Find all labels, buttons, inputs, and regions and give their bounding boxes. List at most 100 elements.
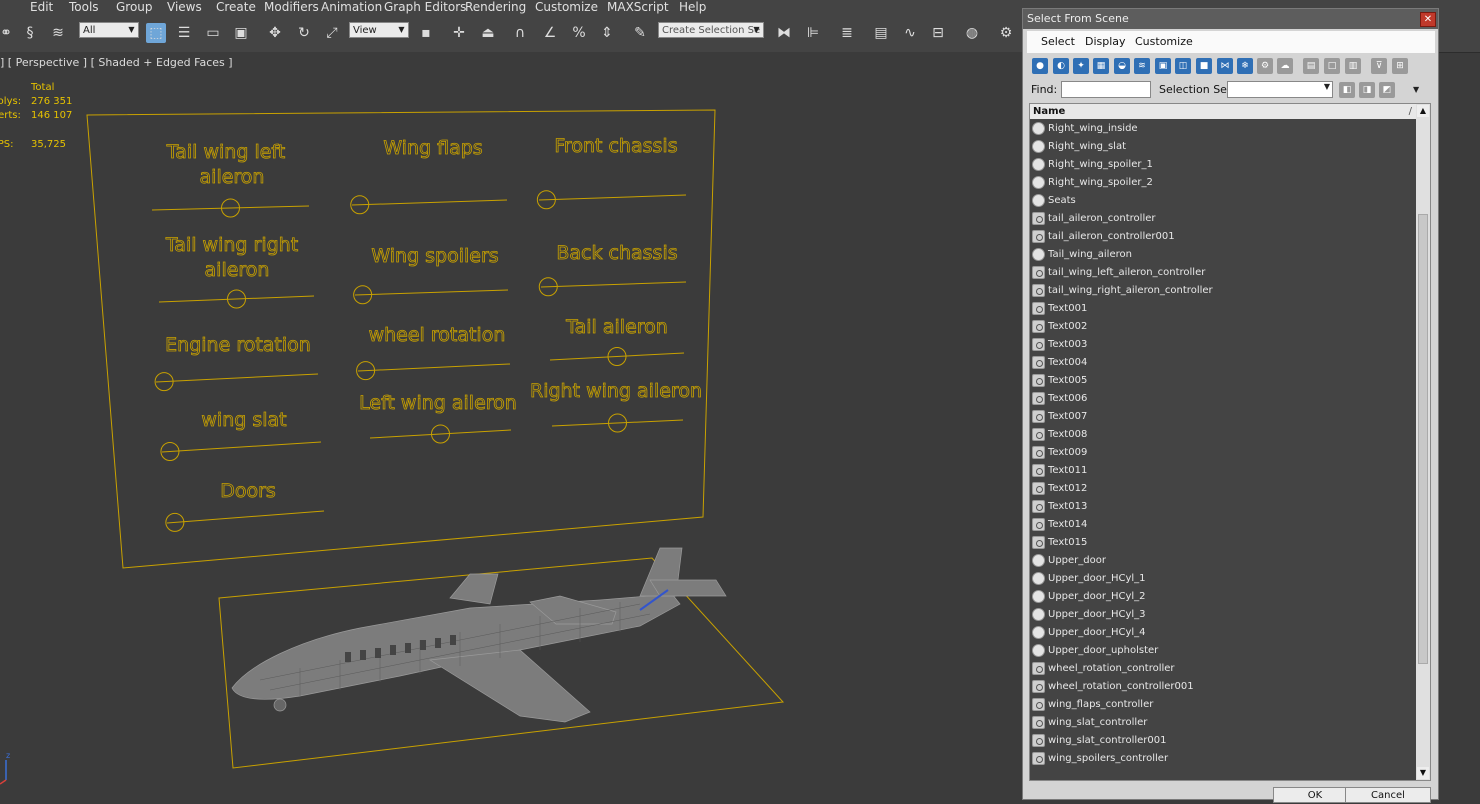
scene-object-list[interactable]: Name / Right_wing_inside Right_wing_slat R… [1029, 103, 1431, 781]
select-none-icon[interactable]: ◨ [1359, 82, 1375, 98]
scroll-thumb[interactable] [1418, 214, 1428, 664]
list-item[interactable]: Upper_door_upholster [1030, 642, 1416, 660]
menu-tools[interactable]: Tools [69, 0, 99, 15]
list-item[interactable]: Right_wing_inside [1030, 120, 1416, 138]
rotate-icon[interactable]: ↻ [294, 23, 314, 43]
snap-toggle-icon[interactable]: ∩ [510, 23, 530, 43]
list-item[interactable]: Text013 [1030, 498, 1416, 516]
menu-create[interactable]: Create [216, 0, 256, 15]
dialog-menu-select[interactable]: Select [1041, 35, 1075, 48]
group-filter-icon[interactable]: ▣ [1155, 58, 1171, 74]
bone-filter-icon[interactable]: ■ [1196, 58, 1212, 74]
list-item[interactable]: Seats [1030, 192, 1416, 210]
list-item[interactable]: Upper_door_HCyl_1 [1030, 570, 1416, 588]
list-item[interactable]: tail_wing_right_aileron_controller [1030, 282, 1416, 300]
edit-named-selection-icon[interactable]: ✎ [630, 23, 650, 43]
geometry-filter-icon[interactable]: ● [1032, 58, 1048, 74]
menu-views[interactable]: Views [167, 0, 202, 15]
list-item[interactable]: Right_wing_spoiler_1 [1030, 156, 1416, 174]
menu-maxscript[interactable]: MAXScript [607, 0, 669, 15]
list-item[interactable]: wheel_rotation_controller001 [1030, 678, 1416, 696]
selection-filter-select[interactable]: All ▼ [79, 22, 139, 38]
layer-manager-icon[interactable]: ≣ [837, 23, 857, 43]
unlink-icon[interactable]: § [20, 23, 40, 43]
xref-filter-icon[interactable]: ◫ [1175, 58, 1191, 74]
list-item[interactable]: Right_wing_slat [1030, 138, 1416, 156]
move-icon[interactable]: ✥ [265, 23, 285, 43]
list-item[interactable]: Text002 [1030, 318, 1416, 336]
render-setup-icon[interactable]: ⚙ [996, 23, 1016, 43]
list-item[interactable]: Tail_wing_aileron [1030, 246, 1416, 264]
dialog-menu-display[interactable]: Display [1085, 35, 1126, 48]
list-item[interactable]: tail_aileron_controller [1030, 210, 1416, 228]
select-manipulate-icon[interactable]: ✛ [449, 23, 469, 43]
list-item[interactable]: wing_slat_controller001 [1030, 732, 1416, 750]
window-crossing-icon[interactable]: ▣ [231, 23, 251, 43]
spacewarp-filter-icon[interactable]: ≋ [1134, 58, 1150, 74]
shape-filter-icon[interactable]: ◐ [1053, 58, 1069, 74]
scene-explorer-icon[interactable]: ▤ [871, 23, 891, 43]
spinner-snap-icon[interactable]: ⇕ [597, 23, 617, 43]
display-none-icon[interactable]: ▤ [1303, 58, 1319, 74]
sort-icon[interactable]: ▥ [1345, 58, 1361, 74]
hierarchy-icon[interactable]: ⊞ [1392, 58, 1408, 74]
helper-filter-icon[interactable]: ◒ [1114, 58, 1130, 74]
list-item[interactable]: Text004 [1030, 354, 1416, 372]
selection-set-dropdown[interactable]: ▼ [1227, 81, 1333, 98]
dialog-title-bar[interactable]: Select From Scene ✕ [1023, 9, 1438, 29]
menu-modifiers[interactable]: Modifiers [264, 0, 319, 15]
list-item[interactable]: Text008 [1030, 426, 1416, 444]
mirror-icon[interactable]: ⧓ [774, 23, 794, 43]
list-item[interactable]: Text009 [1030, 444, 1416, 462]
menu-group[interactable]: Group [116, 0, 153, 15]
close-icon[interactable]: ✕ [1420, 12, 1436, 27]
perspective-viewport[interactable]: ] [ Perspective ] [ Shaded + Edged Faces… [0, 52, 1022, 800]
list-item[interactable]: tail_aileron_controller001 [1030, 228, 1416, 246]
list-item[interactable]: Text005 [1030, 372, 1416, 390]
list-item[interactable]: Upper_door [1030, 552, 1416, 570]
select-all-icon[interactable]: ◧ [1339, 82, 1355, 98]
named-selection-set-select[interactable]: Create Selection Se ▼ [658, 22, 764, 38]
menu-animation[interactable]: Animation [321, 0, 382, 15]
reference-coordinate-select[interactable]: View ▼ [349, 22, 409, 38]
list-item[interactable]: Upper_door_HCyl_2 [1030, 588, 1416, 606]
menu-edit[interactable]: Edit [30, 0, 53, 15]
display-invert-icon[interactable]: □ [1324, 58, 1340, 74]
list-item[interactable]: tail_wing_left_aileron_controller [1030, 264, 1416, 282]
select-invert-icon[interactable]: ◩ [1379, 82, 1395, 98]
hidden-filter-icon[interactable]: ⚙ [1257, 58, 1273, 74]
scroll-down-icon[interactable]: ▼ [1417, 767, 1429, 779]
list-item[interactable]: Text006 [1030, 390, 1416, 408]
schematic-view-icon[interactable]: ⊟ [928, 23, 948, 43]
menu-customize[interactable]: Customize [535, 0, 598, 15]
list-scrollbar[interactable]: ▲ ▼ [1416, 104, 1430, 780]
bind-spacewarp-icon[interactable]: ≋ [48, 23, 68, 43]
curve-editor-icon[interactable]: ∿ [900, 23, 920, 43]
scroll-up-icon[interactable]: ▲ [1417, 105, 1429, 117]
scale-icon[interactable]: ⤢ [322, 23, 342, 43]
frozen-filter-icon[interactable]: ❄ [1237, 58, 1253, 74]
list-item[interactable]: Upper_door_HCyl_3 [1030, 606, 1416, 624]
list-item[interactable]: Right_wing_spoiler_2 [1030, 174, 1416, 192]
list-item[interactable]: Text015 [1030, 534, 1416, 552]
menu-graph-editors[interactable]: Graph Editors [384, 0, 466, 15]
select-by-name-icon[interactable]: ☰ [174, 23, 194, 43]
list-item[interactable]: wing_spoilers_controller [1030, 750, 1416, 768]
display-all-icon[interactable]: ☁ [1277, 58, 1293, 74]
light-filter-icon[interactable]: ✦ [1073, 58, 1089, 74]
column-header-name[interactable]: Name / [1030, 104, 1416, 119]
container-filter-icon[interactable]: ⋈ [1217, 58, 1233, 74]
select-object-icon[interactable]: ⬚ [146, 23, 166, 43]
percent-snap-icon[interactable]: % [569, 23, 589, 43]
list-item[interactable]: Text012 [1030, 480, 1416, 498]
material-editor-icon[interactable]: ◍ [962, 23, 982, 43]
list-item[interactable]: Text003 [1030, 336, 1416, 354]
menu-help[interactable]: Help [679, 0, 706, 15]
camera-filter-icon[interactable]: ▦ [1093, 58, 1109, 74]
list-item[interactable]: Text014 [1030, 516, 1416, 534]
filter-icon[interactable]: ⊽ [1371, 58, 1387, 74]
list-item[interactable]: wing_flaps_controller [1030, 696, 1416, 714]
list-item[interactable]: Text007 [1030, 408, 1416, 426]
list-item[interactable]: Text001 [1030, 300, 1416, 318]
list-item[interactable]: Upper_door_HCyl_4 [1030, 624, 1416, 642]
